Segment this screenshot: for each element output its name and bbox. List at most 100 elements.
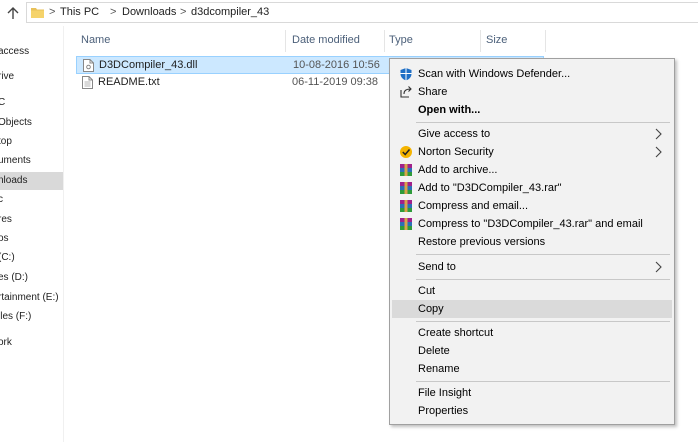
breadcrumb[interactable]: > This PC > Downloads > d3dcompiler_43 [26, 2, 698, 23]
menu-item-add-to-rar[interactable]: Add to "D3DCompiler_43.rar" [392, 179, 672, 197]
column-header-type[interactable]: Type [389, 34, 413, 46]
nav-item-label: (C:) [0, 252, 15, 263]
menu-item-add-to-archive[interactable]: Add to archive... [392, 161, 672, 179]
menu-item-create-shortcut[interactable]: Create shortcut [392, 324, 672, 342]
nav-item-label: ork [0, 337, 12, 348]
folder-icon [31, 8, 44, 18]
file-date-modified: 10-08-2016 10:56 [293, 59, 380, 71]
menu-separator [416, 279, 670, 280]
winrar-icon [400, 164, 412, 176]
menu-item-label: Properties [418, 405, 469, 417]
nav-item-videos[interactable]: os [0, 230, 63, 248]
file-date-modified: 06-11-2019 09:38 [292, 76, 379, 88]
nav-item-label: c [0, 191, 3, 209]
menu-item-compress-rar-and-email[interactable]: Compress to "D3DCompiler_43.rar" and ema… [392, 215, 672, 233]
menu-item-open-with[interactable]: Open with... [392, 101, 672, 119]
menu-item-properties[interactable]: Properties [392, 402, 672, 420]
nav-item-label: rtainment (E:) [0, 292, 59, 303]
column-header-name[interactable]: Name [81, 34, 110, 46]
nav-item-drive-f[interactable]: iles (F:) [0, 308, 63, 326]
norton-icon [400, 146, 412, 158]
up-arrow-icon[interactable] [6, 6, 20, 20]
nav-item-network[interactable]: ork [0, 334, 63, 352]
column-header-date-modified[interactable]: Date modified [292, 34, 360, 46]
nav-item-3d-objects[interactable]: Objects [0, 114, 63, 132]
menu-item-label: Add to archive... [418, 164, 498, 176]
menu-item-label: Share [418, 86, 448, 98]
winrar-icon [400, 200, 412, 212]
menu-item-send-to[interactable]: Send to [392, 258, 672, 276]
address-bar: > This PC > Downloads > d3dcompiler_43 [0, 0, 700, 26]
nav-item-downloads[interactable]: nloads [0, 172, 63, 190]
menu-item-label: Delete [418, 345, 450, 357]
menu-item-label: Copy [418, 303, 444, 315]
menu-item-label: Add to "D3DCompiler_43.rar" [418, 182, 562, 194]
context-menu: Scan with Windows Defender... Share Open… [389, 58, 675, 425]
nav-item-pictures[interactable]: res [0, 211, 63, 229]
breadcrumb-separator: > [49, 6, 56, 18]
menu-item-label: Norton Security [418, 146, 494, 158]
menu-item-compress-and-email[interactable]: Compress and email... [392, 197, 672, 215]
column-header-size[interactable]: Size [486, 34, 507, 46]
nav-item-drive-e[interactable]: rtainment (E:) [0, 289, 63, 307]
nav-item-onedrive[interactable]: rive [0, 68, 63, 86]
nav-item-desktop[interactable]: top [0, 133, 63, 151]
menu-separator [416, 122, 670, 123]
column-divider[interactable] [384, 30, 385, 52]
menu-item-delete[interactable]: Delete [392, 342, 672, 360]
menu-item-scan-defender[interactable]: Scan with Windows Defender... [392, 65, 672, 83]
nav-item-drive-d[interactable]: es (D:) [0, 269, 63, 287]
nav-item-this-pc[interactable]: C [0, 94, 63, 112]
chevron-right-icon [655, 261, 662, 273]
winrar-icon [400, 182, 412, 194]
nav-item-label: C [0, 94, 5, 112]
breadcrumb-downloads[interactable]: Downloads [122, 6, 176, 18]
nav-item-music[interactable]: c [0, 191, 63, 209]
navigation-pane: access rive C Objects top uments nloads … [0, 26, 64, 442]
menu-item-label: Compress and email... [418, 200, 529, 212]
chevron-right-icon [655, 128, 662, 140]
nav-item-quick-access[interactable]: access [0, 43, 63, 61]
menu-item-label: Send to [418, 261, 456, 273]
menu-item-label: Open with... [418, 104, 481, 116]
nav-item-label: iles (F:) [0, 311, 32, 322]
text-file-icon [82, 76, 93, 89]
menu-item-label: Cut [418, 285, 436, 297]
nav-item-documents[interactable]: uments [0, 152, 63, 170]
nav-item-drive-c[interactable]: (C:) [0, 249, 63, 267]
nav-item-label: nloads [0, 175, 28, 186]
breadcrumb-separator: > [180, 6, 187, 18]
column-divider[interactable] [545, 30, 546, 52]
menu-item-copy[interactable]: Copy [392, 300, 672, 318]
menu-item-label: File Insight [418, 387, 472, 399]
nav-item-label: uments [0, 155, 31, 166]
menu-separator [416, 381, 670, 382]
file-name: README.txt [98, 76, 160, 88]
winrar-icon [400, 218, 412, 230]
menu-separator [416, 321, 670, 322]
menu-item-give-access[interactable]: Give access to [392, 125, 672, 143]
menu-item-share[interactable]: Share [392, 83, 672, 101]
windows-defender-icon [400, 68, 412, 81]
nav-item-label: res [0, 214, 12, 225]
menu-item-label: Restore previous versions [418, 236, 546, 248]
share-icon [400, 86, 412, 98]
nav-item-label: es (D:) [0, 272, 28, 283]
nav-item-label: access [0, 46, 30, 57]
menu-item-rename[interactable]: Rename [392, 360, 672, 378]
file-name: D3DCompiler_43.dll [99, 59, 198, 71]
breadcrumb-this-pc[interactable]: This PC [60, 6, 99, 18]
breadcrumb-separator: > [110, 6, 117, 18]
menu-item-cut[interactable]: Cut [392, 282, 672, 300]
chevron-right-icon [655, 146, 662, 158]
breadcrumb-current-folder[interactable]: d3dcompiler_43 [191, 6, 269, 18]
menu-item-restore-previous-versions[interactable]: Restore previous versions [392, 233, 672, 251]
column-divider[interactable] [480, 30, 481, 52]
menu-item-norton-security[interactable]: Norton Security [392, 143, 672, 161]
nav-item-label: Objects [0, 117, 32, 128]
menu-item-file-insight[interactable]: File Insight [392, 384, 672, 402]
menu-item-label: Compress to "D3DCompiler_43.rar" and ema… [418, 218, 643, 230]
menu-item-label: Give access to [418, 128, 491, 140]
menu-item-label: Rename [418, 363, 460, 375]
column-divider[interactable] [285, 30, 286, 52]
